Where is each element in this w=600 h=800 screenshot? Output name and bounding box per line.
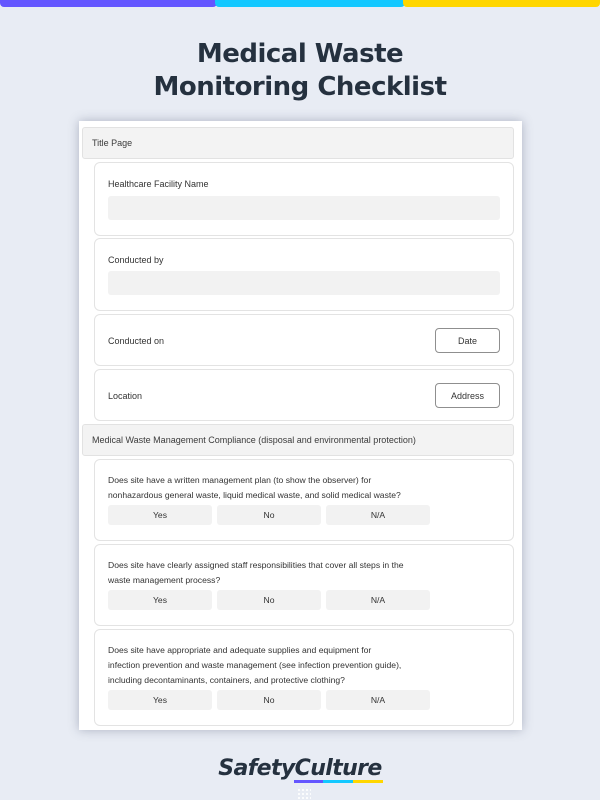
question-card: Does site have clearly assigned staff re… bbox=[94, 544, 514, 626]
section-header-title-page: Title Page bbox=[82, 127, 514, 159]
logo-underline-purple bbox=[294, 780, 323, 783]
question-line: Does site have appropriate and adequate … bbox=[108, 645, 372, 655]
field-label: Healthcare Facility Name bbox=[108, 179, 209, 189]
question-line: Does site have clearly assigned staff re… bbox=[108, 560, 404, 570]
answer-yes-button[interactable]: Yes bbox=[108, 690, 212, 710]
field-card-conducted-on: Conducted on Date bbox=[94, 314, 514, 366]
answer-na-button[interactable]: N/A bbox=[326, 690, 430, 710]
title-line-2: Monitoring Checklist bbox=[153, 72, 447, 102]
checklist-form: Title Page Healthcare Facility Name Cond… bbox=[79, 121, 522, 730]
safetyculture-logo: SafetyCulture bbox=[0, 756, 600, 783]
title-line-1: Medical Waste bbox=[196, 39, 404, 69]
color-bar-yellow bbox=[403, 0, 600, 7]
answer-no-button[interactable]: No bbox=[217, 690, 321, 710]
question-line: infection prevention and waste managemen… bbox=[108, 660, 402, 670]
answer-yes-button[interactable]: Yes bbox=[108, 590, 212, 610]
question-text: Does site have appropriate and adequate … bbox=[108, 643, 448, 688]
conducted-by-input[interactable] bbox=[108, 271, 500, 295]
question-line: nonhazardous general waste, liquid medic… bbox=[108, 490, 401, 500]
question-line: waste management process? bbox=[108, 575, 221, 585]
answer-na-button[interactable]: N/A bbox=[326, 505, 430, 525]
answer-yes-button[interactable]: Yes bbox=[108, 505, 212, 525]
field-label: Location bbox=[108, 391, 143, 401]
answer-no-button[interactable]: No bbox=[217, 505, 321, 525]
decorative-dots bbox=[297, 788, 311, 800]
question-card: Does site have appropriate and adequate … bbox=[94, 629, 514, 726]
section-header-compliance: Medical Waste Management Compliance (dis… bbox=[82, 424, 514, 456]
logo-underline-cyan bbox=[323, 780, 353, 783]
logo-underline-yellow bbox=[353, 780, 383, 783]
page-title: Medical Waste Monitoring Checklist bbox=[0, 38, 600, 104]
field-card-conducted-by: Conducted by bbox=[94, 238, 514, 311]
logo-text: SafetyCulture bbox=[218, 756, 382, 781]
address-button[interactable]: Address bbox=[435, 383, 500, 408]
color-bar-purple bbox=[0, 0, 217, 7]
answer-group: Yes No N/A bbox=[108, 505, 430, 525]
color-bar-cyan bbox=[215, 0, 405, 7]
field-card-facility-name: Healthcare Facility Name bbox=[94, 162, 514, 236]
answer-na-button[interactable]: N/A bbox=[326, 590, 430, 610]
field-label: Conducted on bbox=[108, 336, 165, 346]
answer-group: Yes No N/A bbox=[108, 590, 430, 610]
question-line: including decontaminants, containers, an… bbox=[108, 675, 345, 685]
logo-underline bbox=[294, 780, 383, 783]
question-line: Does site have a written management plan… bbox=[108, 475, 372, 485]
question-text: Does site have clearly assigned staff re… bbox=[108, 558, 448, 588]
answer-group: Yes No N/A bbox=[108, 690, 430, 710]
date-button[interactable]: Date bbox=[435, 328, 500, 353]
field-card-location: Location Address bbox=[94, 369, 514, 421]
facility-name-input[interactable] bbox=[108, 196, 500, 220]
question-text: Does site have a written management plan… bbox=[108, 473, 448, 503]
brand-color-bar bbox=[0, 0, 600, 7]
field-label: Conducted by bbox=[108, 255, 164, 265]
question-card: Does site have a written management plan… bbox=[94, 459, 514, 541]
answer-no-button[interactable]: No bbox=[217, 590, 321, 610]
